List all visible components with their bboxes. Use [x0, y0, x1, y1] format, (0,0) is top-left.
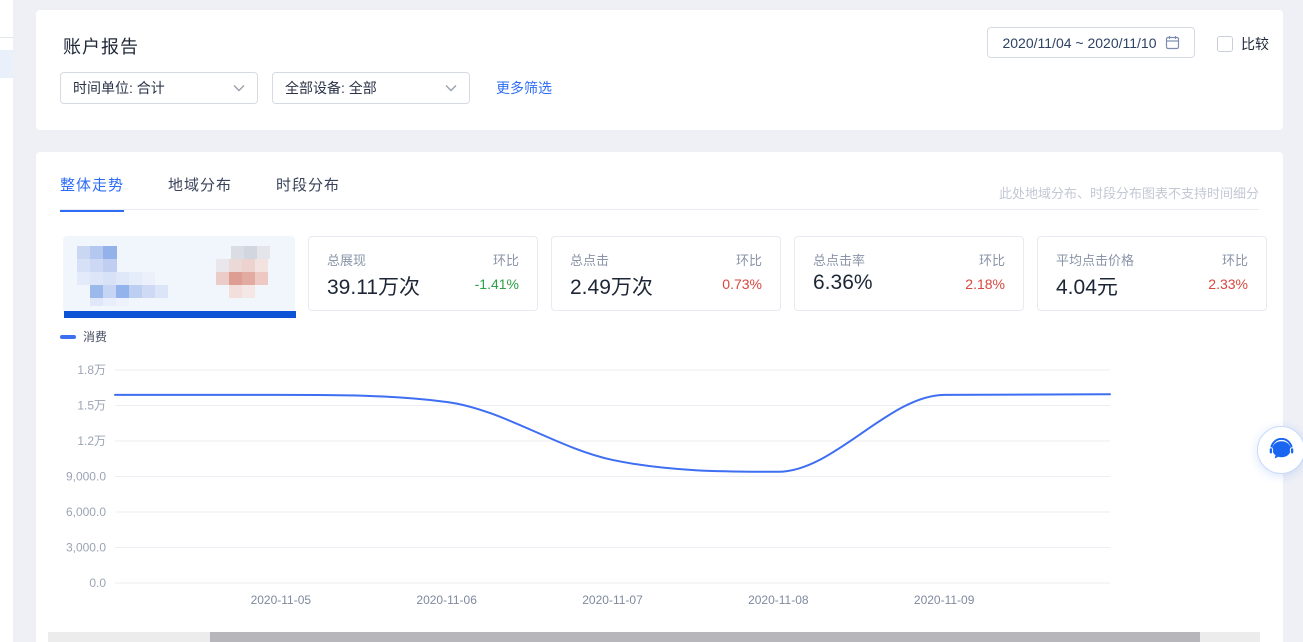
x-axis-tick: 2020-11-08: [748, 593, 809, 607]
metric-label: 总展现: [327, 250, 366, 269]
metric-ratio-value: 0.73%: [722, 276, 762, 292]
compare-label: 比较: [1241, 34, 1269, 54]
metric-ratio-value: 2.33%: [1208, 276, 1248, 292]
horizontal-scrollbar-thumb[interactable]: [210, 632, 1200, 642]
filter-row: 时间单位: 合计 全部设备: 全部 更多筛选: [60, 72, 552, 104]
chat-headset-icon: [1268, 438, 1295, 463]
metric-ratio-label: 环比: [1222, 250, 1248, 269]
report-body-panel: 整体走势 地域分布 时段分布 此处地域分布、时段分布图表不支持时间细分: [36, 152, 1283, 642]
metric-ratio-label: 环比: [979, 250, 1005, 269]
selected-metric-underline: [64, 311, 296, 318]
compare-checkbox[interactable]: [1217, 36, 1233, 52]
chart-legend[interactable]: 消费: [60, 328, 107, 345]
metric-value: 6.36%: [813, 271, 873, 295]
metric-card-consume-selected[interactable]: [63, 236, 295, 311]
x-axis-tick: 2020-11-05: [251, 593, 312, 607]
legend-line-swatch: [60, 335, 76, 339]
metric-value: 4.04元: [1056, 271, 1118, 301]
legend-label: 消费: [83, 328, 107, 345]
metric-card-clicks[interactable]: 总点击 环比 2.49万次 0.73%: [551, 236, 781, 311]
metric-ratio-value: 2.18%: [965, 276, 1005, 292]
date-range-picker[interactable]: 2020/11/04 ~ 2020/11/10: [987, 27, 1195, 58]
x-axis-tick: 2020-11-06: [416, 593, 477, 607]
report-header-panel: 账户报告 2020/11/04 ~ 2020/11/10 比较 时间单位: 合计…: [36, 10, 1283, 130]
metric-value: 39.11万次: [327, 271, 420, 301]
y-axis-tick: 3,000.0: [66, 541, 106, 555]
sidebar-edge: [0, 0, 13, 642]
horizontal-scrollbar-track[interactable]: [48, 632, 1260, 642]
metric-ratio-value: -1.41%: [475, 276, 519, 292]
sidebar-active-item-edge: [0, 50, 13, 78]
compare-option: 比较: [1217, 34, 1269, 54]
calendar-icon: [1165, 35, 1180, 50]
chevron-down-icon: [233, 84, 245, 92]
time-unit-value: 时间单位: 合计: [73, 78, 165, 98]
tabs-note: 此处地域分布、时段分布图表不支持时间细分: [999, 183, 1259, 202]
blurred-metric-mosaic: [64, 237, 296, 311]
chevron-down-icon: [445, 84, 457, 92]
metric-ratio-label: 环比: [493, 250, 519, 269]
x-axis-tick: 2020-11-07: [582, 593, 643, 607]
tab-region-distribution[interactable]: 地域分布: [168, 174, 232, 212]
metric-value: 2.49万次: [570, 271, 653, 301]
y-axis-tick: 0.0: [89, 576, 106, 590]
page-title: 账户报告: [63, 33, 139, 59]
y-axis-tick: 9,000.0: [66, 470, 106, 484]
y-axis-tick: 1.2万: [77, 434, 106, 448]
metric-card-avg-cpc[interactable]: 平均点击价格 环比 4.04元 2.33%: [1037, 236, 1267, 311]
metric-card-impressions[interactable]: 总展现 环比 39.11万次 -1.41%: [308, 236, 538, 311]
tab-overall-trend[interactable]: 整体走势: [60, 174, 124, 212]
tabs: 整体走势 地域分布 时段分布: [60, 174, 384, 212]
tabs-divider: [60, 209, 1259, 210]
y-axis-tick: 6,000.0: [66, 505, 106, 519]
device-dropdown[interactable]: 全部设备: 全部: [272, 72, 470, 104]
y-axis-tick: 1.5万: [77, 399, 106, 413]
device-value: 全部设备: 全部: [285, 78, 377, 98]
metric-cards: 总展现 环比 39.11万次 -1.41% 总点击 环比 2.49万次 0.73…: [63, 236, 1267, 311]
time-unit-dropdown[interactable]: 时间单位: 合计: [60, 72, 258, 104]
y-axis-tick: 1.8万: [77, 363, 106, 377]
trend-line-chart: 1.8万 1.5万 1.2万 9,000.0 6,000.0 3,000.0 0.0 2020…: [36, 352, 1283, 622]
metric-ratio-label: 环比: [736, 250, 762, 269]
metric-label: 平均点击价格: [1056, 250, 1134, 269]
tab-time-distribution[interactable]: 时段分布: [276, 174, 340, 212]
date-range-value: 2020/11/04 ~ 2020/11/10: [1002, 35, 1156, 51]
sidebar-divider: [0, 37, 13, 38]
metric-card-ctr[interactable]: 总点击率 环比 6.36% 2.18%: [794, 236, 1024, 311]
x-axis-tick: 2020-11-09: [914, 593, 975, 607]
more-filters-link[interactable]: 更多筛选: [496, 78, 552, 98]
metric-label: 总点击: [570, 250, 609, 269]
metric-label: 总点击率: [813, 250, 865, 269]
customer-service-button[interactable]: [1257, 426, 1303, 474]
